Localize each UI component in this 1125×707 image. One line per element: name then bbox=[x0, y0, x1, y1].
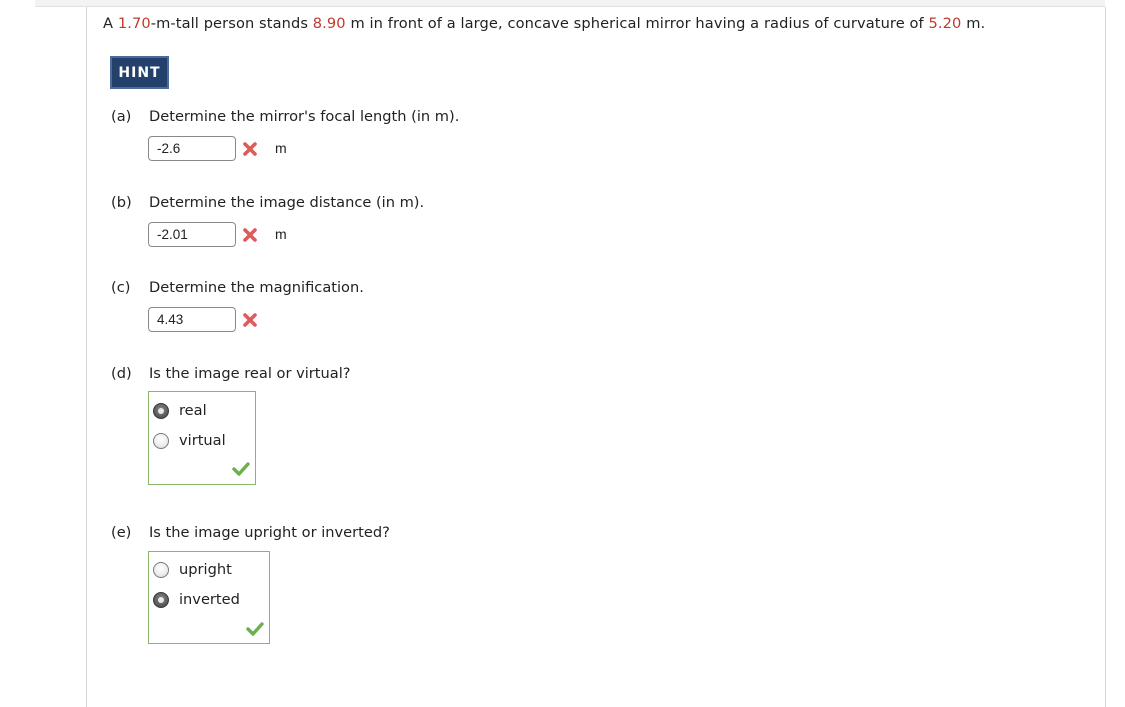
height-value: 1.70 bbox=[117, 15, 151, 32]
question-text: Is the image upright or inverted? bbox=[149, 524, 390, 541]
radio-selected[interactable] bbox=[153, 402, 169, 419]
question-a-label: (a) Determine the mirror's focal length (… bbox=[111, 108, 459, 125]
option-inverted[interactable]: inverted bbox=[153, 591, 240, 608]
radio-unselected[interactable] bbox=[153, 432, 169, 449]
unit-label: m bbox=[275, 140, 287, 156]
question-letter: (c) bbox=[111, 279, 131, 296]
incorrect-x-icon bbox=[243, 313, 257, 327]
incorrect-x-icon bbox=[243, 228, 257, 242]
option-label: inverted bbox=[179, 591, 240, 608]
question-text: Is the image real or virtual? bbox=[149, 365, 351, 382]
question-text: Determine the mirror's focal length (in … bbox=[149, 108, 460, 125]
image-distance-input[interactable] bbox=[148, 222, 236, 247]
question-letter: (b) bbox=[111, 194, 132, 211]
question-text: Determine the image distance (in m). bbox=[149, 194, 425, 211]
question-b-label: (b) Determine the image distance (in m). bbox=[111, 194, 424, 211]
correct-check-icon bbox=[232, 462, 250, 476]
focal-length-input[interactable] bbox=[148, 136, 236, 161]
problem-statement: A 1.70-m-tall person stands 8.90 m in fr… bbox=[103, 15, 985, 32]
option-real[interactable]: real bbox=[153, 402, 207, 419]
question-letter: (d) bbox=[111, 365, 132, 382]
radius-value: 5.20 bbox=[928, 15, 962, 32]
option-label: upright bbox=[179, 561, 232, 578]
question-e-label: (e) Is the image upright or inverted? bbox=[111, 524, 390, 541]
unit-label: m bbox=[275, 226, 287, 242]
magnification-input[interactable] bbox=[148, 307, 236, 332]
distance-value: 8.90 bbox=[312, 15, 346, 32]
question-d-label: (d) Is the image real or virtual? bbox=[111, 365, 351, 382]
question-letter: (e) bbox=[111, 524, 132, 541]
correct-check-icon bbox=[246, 622, 264, 636]
hint-button[interactable]: HINT bbox=[110, 56, 169, 89]
problem-text: -m-tall person stands bbox=[150, 15, 313, 32]
question-c-label: (c) Determine the magnification. bbox=[111, 279, 364, 296]
incorrect-x-icon bbox=[243, 142, 257, 156]
problem-text: m in front of a large, concave spherical… bbox=[345, 15, 929, 32]
option-label: virtual bbox=[179, 432, 226, 449]
option-upright[interactable]: upright bbox=[153, 561, 232, 578]
problem-text: m. bbox=[961, 15, 986, 32]
problem-text: A bbox=[103, 15, 118, 32]
question-letter: (a) bbox=[111, 108, 132, 125]
real-virtual-choice-group: real virtual bbox=[148, 391, 256, 485]
option-label: real bbox=[179, 402, 207, 419]
option-virtual[interactable]: virtual bbox=[153, 432, 226, 449]
radio-unselected[interactable] bbox=[153, 561, 169, 578]
top-strip bbox=[35, 0, 1105, 7]
question-text: Determine the magnification. bbox=[149, 279, 364, 296]
upright-inverted-choice-group: upright inverted bbox=[148, 551, 270, 644]
radio-selected[interactable] bbox=[153, 591, 169, 608]
